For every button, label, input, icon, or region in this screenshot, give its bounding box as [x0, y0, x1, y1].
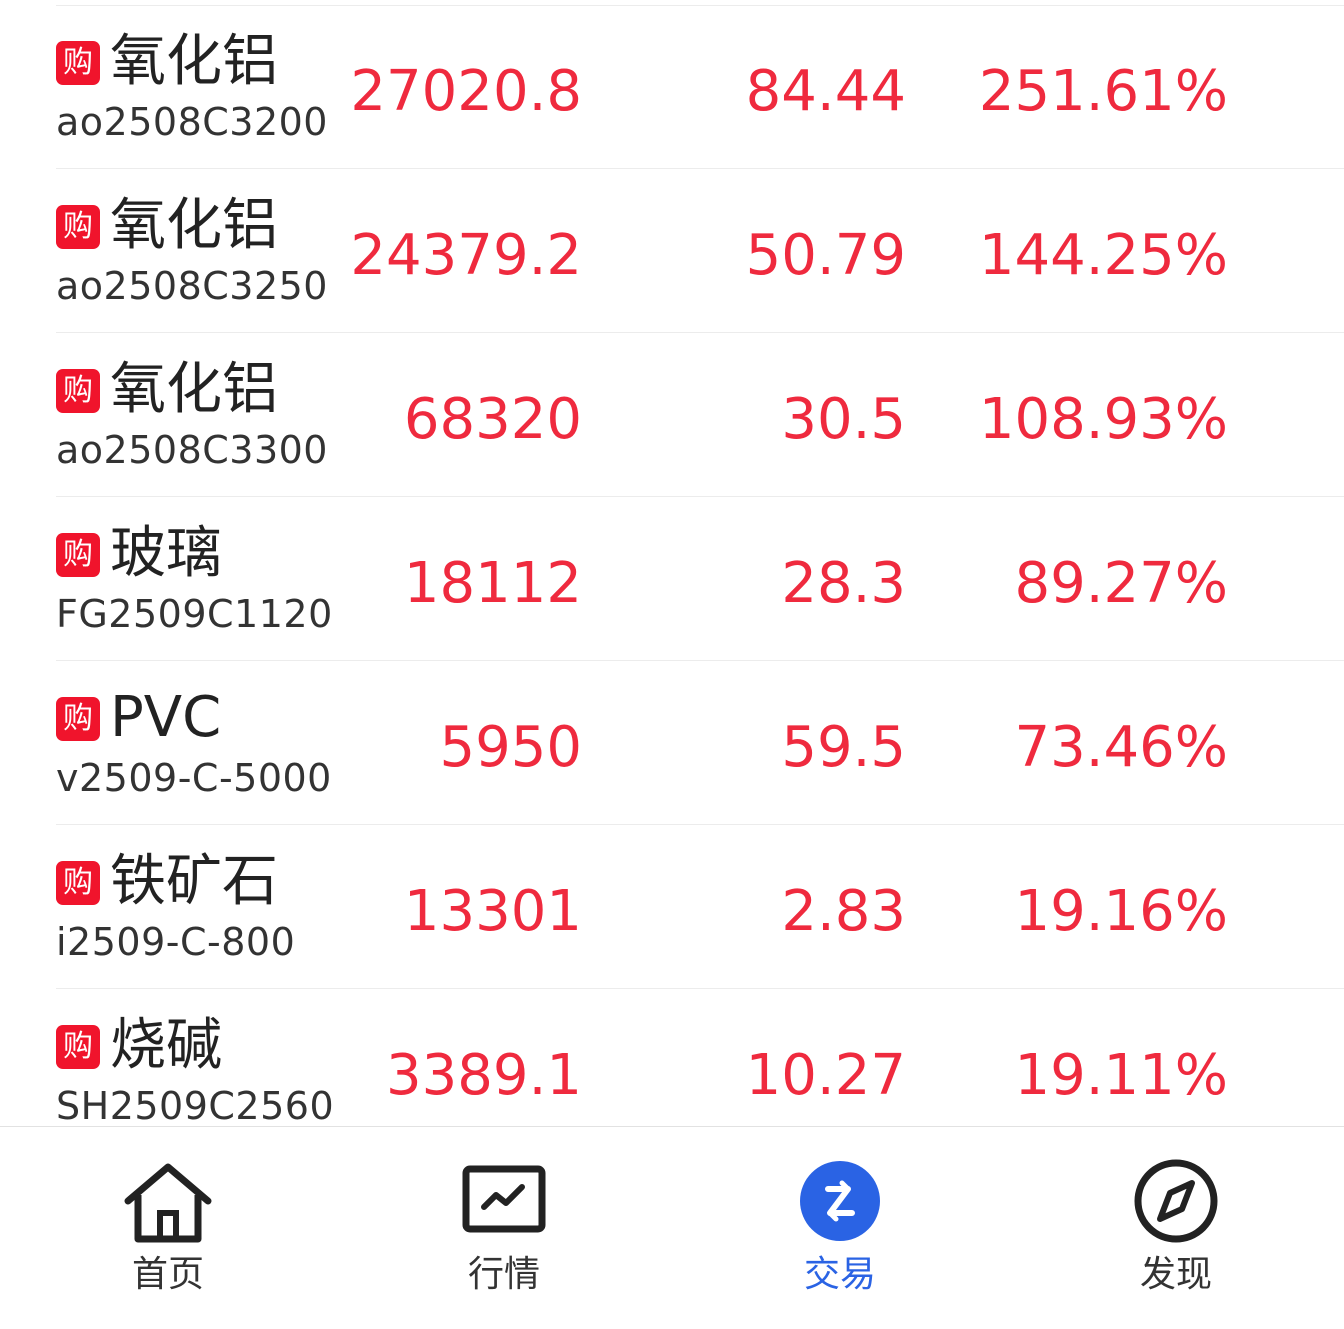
list-item[interactable]: 购 氧化铝 ao2508C3300 68320 30.5 108.93%: [0, 333, 1344, 497]
price-change: 28.3: [781, 551, 906, 616]
contract-name: 玻璃: [110, 521, 222, 586]
buy-call-badge: 购: [56, 41, 100, 85]
latest-price: 5950: [439, 715, 582, 780]
contract-name: 烧碱: [110, 1013, 222, 1078]
change-percent: 108.93%: [978, 387, 1228, 452]
contract-code: i2509-C-800: [56, 920, 296, 964]
contract-code: ao2508C3300: [56, 428, 328, 472]
change-percent: 89.27%: [1014, 551, 1228, 616]
latest-price: 24379.2: [350, 223, 582, 288]
change-percent: 251.61%: [978, 59, 1228, 124]
buy-call-badge: 购: [56, 369, 100, 413]
option-ranking-list: 购 氧化铝 ao2508C3200 27020.8 84.44 251.61% …: [0, 0, 1344, 1126]
price-change: 2.83: [781, 879, 906, 944]
home-icon: [118, 1159, 218, 1249]
change-percent: 144.25%: [978, 223, 1228, 288]
buy-call-badge: 购: [56, 533, 100, 577]
tab-home[interactable]: 首页: [0, 1127, 336, 1329]
contract-name: PVC: [110, 685, 222, 750]
price-change: 30.5: [781, 387, 906, 452]
contract-code: v2509-C-5000: [56, 756, 332, 800]
contract-code: SH2509C2560: [56, 1084, 335, 1126]
compass-icon: [1126, 1159, 1226, 1249]
change-percent: 19.11%: [1014, 1043, 1228, 1108]
contract-code: ao2508C3200: [56, 100, 328, 144]
list-item[interactable]: 购 PVC v2509-C-5000 5950 59.5 73.46%: [0, 661, 1344, 825]
latest-price: 13301: [403, 879, 582, 944]
price-change: 84.44: [745, 59, 906, 124]
contract-name: 铁矿石: [110, 849, 278, 914]
change-percent: 19.16%: [1014, 879, 1228, 944]
contract-name: 氧化铝: [110, 193, 278, 258]
tab-trade-label: 交易: [803, 1254, 876, 1295]
contract-code: FG2509C1120: [56, 592, 333, 636]
tab-market-label: 行情: [467, 1254, 540, 1295]
tab-discover-label: 发现: [1139, 1254, 1212, 1295]
price-change: 59.5: [781, 715, 906, 780]
buy-call-badge: 购: [56, 1025, 100, 1069]
contract-name: 氧化铝: [110, 29, 278, 94]
list-item[interactable]: 购 铁矿石 i2509-C-800 13301 2.83 19.16%: [0, 825, 1344, 989]
buy-call-badge: 购: [56, 697, 100, 741]
tab-trade[interactable]: 交易: [672, 1127, 1008, 1329]
tab-home-label: 首页: [131, 1254, 204, 1295]
tab-market[interactable]: 行情: [336, 1127, 672, 1329]
list-item[interactable]: 购 玻璃 FG2509C1120 18112 28.3 89.27%: [0, 497, 1344, 661]
latest-price: 27020.8: [350, 59, 582, 124]
price-change: 50.79: [745, 223, 906, 288]
list-item[interactable]: 购 氧化铝 ao2508C3250 24379.2 50.79 144.25%: [0, 169, 1344, 333]
list-item[interactable]: 购 烧碱 SH2509C2560 3389.1 10.27 19.11%: [0, 989, 1344, 1126]
price-change: 10.27: [745, 1043, 906, 1108]
trade-icon: [790, 1159, 890, 1249]
row-divider: [56, 5, 1344, 6]
contract-code: ao2508C3250: [56, 264, 328, 308]
bottom-tab-bar: 首页 行情 交易 发现: [0, 1126, 1344, 1329]
list-item[interactable]: 购 氧化铝 ao2508C3200 27020.8 84.44 251.61%: [0, 5, 1344, 169]
change-percent: 73.46%: [1014, 715, 1228, 780]
buy-call-badge: 购: [56, 205, 100, 249]
latest-price: 18112: [403, 551, 582, 616]
market-chart-icon: [454, 1159, 554, 1249]
latest-price: 68320: [403, 387, 582, 452]
tab-discover[interactable]: 发现: [1008, 1127, 1344, 1329]
buy-call-badge: 购: [56, 861, 100, 905]
latest-price: 3389.1: [386, 1043, 582, 1108]
contract-name: 氧化铝: [110, 357, 278, 422]
